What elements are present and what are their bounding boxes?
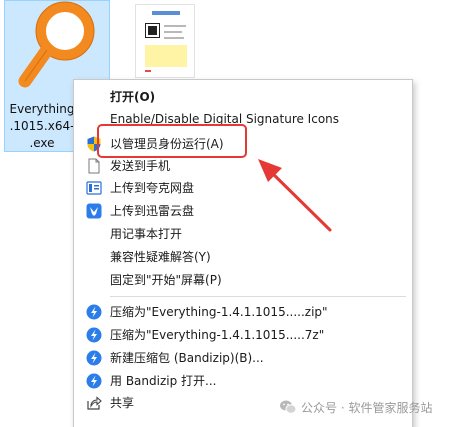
watermark: 公众号 · 软件管家服务站 [279, 397, 432, 417]
wechat-icon [280, 400, 297, 414]
annotation-arrow-icon [258, 159, 332, 232]
watermark-text: 公众号 · 软件管家服务站 [301, 400, 433, 415]
